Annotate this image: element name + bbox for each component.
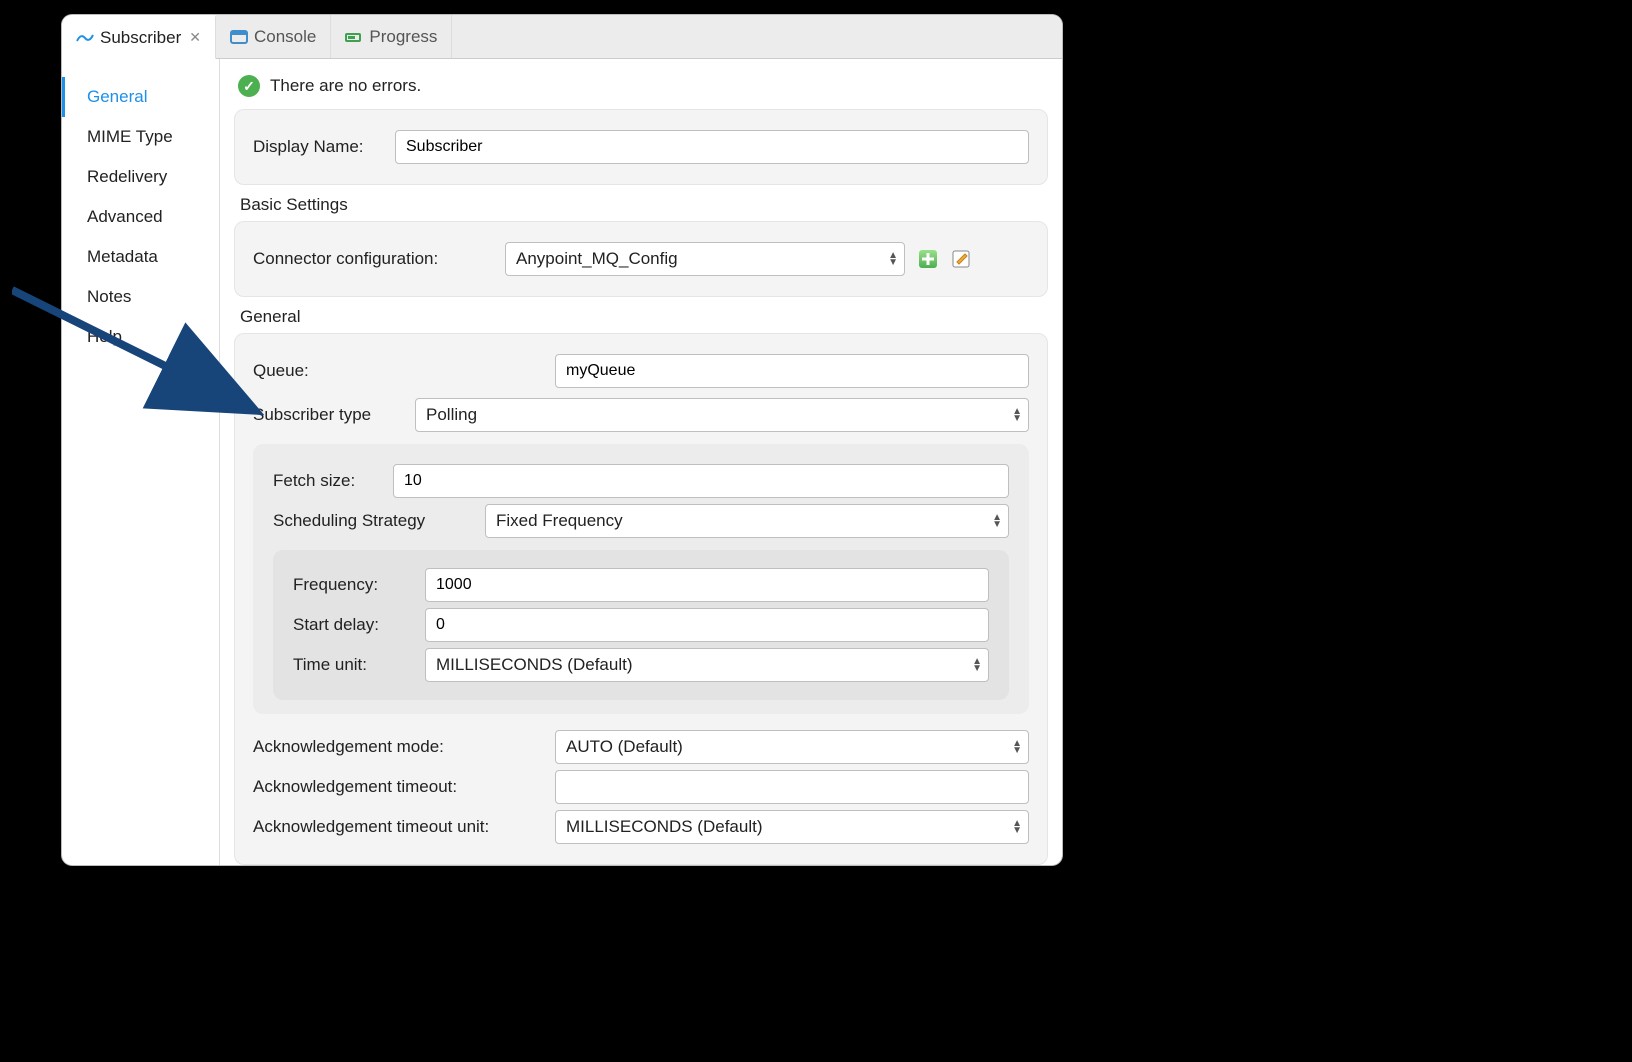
sidebar: General MIME Type Redelivery Advanced Me… bbox=[62, 59, 220, 865]
sidebar-item-redelivery[interactable]: Redelivery bbox=[62, 157, 219, 197]
ack-timeout-unit-value: MILLISECONDS (Default) bbox=[566, 817, 763, 837]
display-name-card: Display Name: bbox=[234, 109, 1048, 185]
chevron-updown-icon: ▲▼ bbox=[1012, 820, 1022, 834]
sidebar-item-advanced[interactable]: Advanced bbox=[62, 197, 219, 237]
display-name-label: Display Name: bbox=[253, 137, 383, 157]
chevron-updown-icon: ▲▼ bbox=[1012, 408, 1022, 422]
chevron-updown-icon: ▲▼ bbox=[972, 658, 982, 672]
content-pane: ✓ There are no errors. Display Name: Bas… bbox=[220, 59, 1062, 865]
time-unit-label: Time unit: bbox=[293, 655, 413, 675]
fetch-size-input[interactable] bbox=[393, 464, 1009, 498]
tab-console-label: Console bbox=[254, 27, 316, 47]
sidebar-item-general[interactable]: General bbox=[62, 77, 219, 117]
check-circle-icon: ✓ bbox=[238, 75, 260, 97]
connector-config-label: Connector configuration: bbox=[253, 249, 493, 269]
progress-icon bbox=[345, 29, 363, 45]
subscriber-icon bbox=[76, 30, 94, 46]
tab-progress-label: Progress bbox=[369, 27, 437, 47]
start-delay-input[interactable] bbox=[425, 608, 989, 642]
tab-progress[interactable]: Progress bbox=[331, 15, 452, 58]
polling-panel: Fetch size: Scheduling Strategy Fixed Fr… bbox=[253, 444, 1029, 714]
fetch-size-label: Fetch size: bbox=[273, 471, 381, 491]
chevron-updown-icon: ▲▼ bbox=[992, 514, 1002, 528]
general-card: Queue: Subscriber type Polling ▲▼ Fetch … bbox=[234, 333, 1048, 865]
ack-mode-select[interactable]: AUTO (Default) ▲▼ bbox=[555, 730, 1029, 764]
frequency-input[interactable] bbox=[425, 568, 989, 602]
sidebar-item-notes[interactable]: Notes bbox=[62, 277, 219, 317]
ack-timeout-input[interactable] bbox=[555, 770, 1029, 804]
time-unit-select[interactable]: MILLISECONDS (Default) ▲▼ bbox=[425, 648, 989, 682]
ack-mode-label: Acknowledgement mode: bbox=[253, 737, 543, 757]
ack-timeout-label: Acknowledgement timeout: bbox=[253, 777, 543, 797]
add-config-button[interactable] bbox=[917, 248, 939, 270]
tab-subscriber[interactable]: Subscriber ✕ bbox=[62, 15, 216, 59]
config-window: Subscriber ✕ Console Progress General MI… bbox=[62, 15, 1062, 865]
connector-config-select[interactable]: Anypoint_MQ_Config ▲▼ bbox=[505, 242, 905, 276]
frequency-label: Frequency: bbox=[293, 575, 413, 595]
chevron-updown-icon: ▲▼ bbox=[1012, 740, 1022, 754]
edit-config-button[interactable] bbox=[951, 248, 973, 270]
status-bar: ✓ There are no errors. bbox=[238, 75, 1048, 97]
time-unit-value: MILLISECONDS (Default) bbox=[436, 655, 633, 675]
subscriber-type-select[interactable]: Polling ▲▼ bbox=[415, 398, 1029, 432]
sidebar-item-metadata[interactable]: Metadata bbox=[62, 237, 219, 277]
tab-subscriber-label: Subscriber bbox=[100, 28, 181, 48]
ack-mode-value: AUTO (Default) bbox=[566, 737, 683, 757]
ack-timeout-unit-select[interactable]: MILLISECONDS (Default) ▲▼ bbox=[555, 810, 1029, 844]
chevron-updown-icon: ▲▼ bbox=[888, 252, 898, 266]
console-icon bbox=[230, 29, 248, 45]
basic-settings-card: Connector configuration: Anypoint_MQ_Con… bbox=[234, 221, 1048, 297]
subscriber-type-value: Polling bbox=[426, 405, 477, 425]
start-delay-label: Start delay: bbox=[293, 615, 413, 635]
scheduling-strategy-value: Fixed Frequency bbox=[496, 511, 623, 531]
tabbar: Subscriber ✕ Console Progress bbox=[62, 15, 1062, 59]
basic-settings-title: Basic Settings bbox=[240, 195, 1046, 215]
queue-label: Queue: bbox=[253, 361, 543, 381]
tab-console[interactable]: Console bbox=[216, 15, 331, 58]
ack-timeout-unit-label: Acknowledgement timeout unit: bbox=[253, 817, 543, 837]
scheduling-strategy-select[interactable]: Fixed Frequency ▲▼ bbox=[485, 504, 1009, 538]
frequency-panel: Frequency: Start delay: Time unit: MILLI… bbox=[273, 550, 1009, 700]
subscriber-type-label: Subscriber type bbox=[253, 405, 403, 425]
close-icon[interactable]: ✕ bbox=[189, 29, 201, 46]
sidebar-item-help[interactable]: Help bbox=[62, 317, 219, 357]
connector-config-value: Anypoint_MQ_Config bbox=[516, 249, 678, 269]
sidebar-item-mime-type[interactable]: MIME Type bbox=[62, 117, 219, 157]
queue-input[interactable] bbox=[555, 354, 1029, 388]
edit-icon bbox=[952, 249, 972, 269]
general-title: General bbox=[240, 307, 1046, 327]
display-name-input[interactable] bbox=[395, 130, 1029, 164]
scheduling-strategy-label: Scheduling Strategy bbox=[273, 511, 473, 531]
status-text: There are no errors. bbox=[270, 76, 421, 96]
plus-icon bbox=[919, 250, 937, 268]
